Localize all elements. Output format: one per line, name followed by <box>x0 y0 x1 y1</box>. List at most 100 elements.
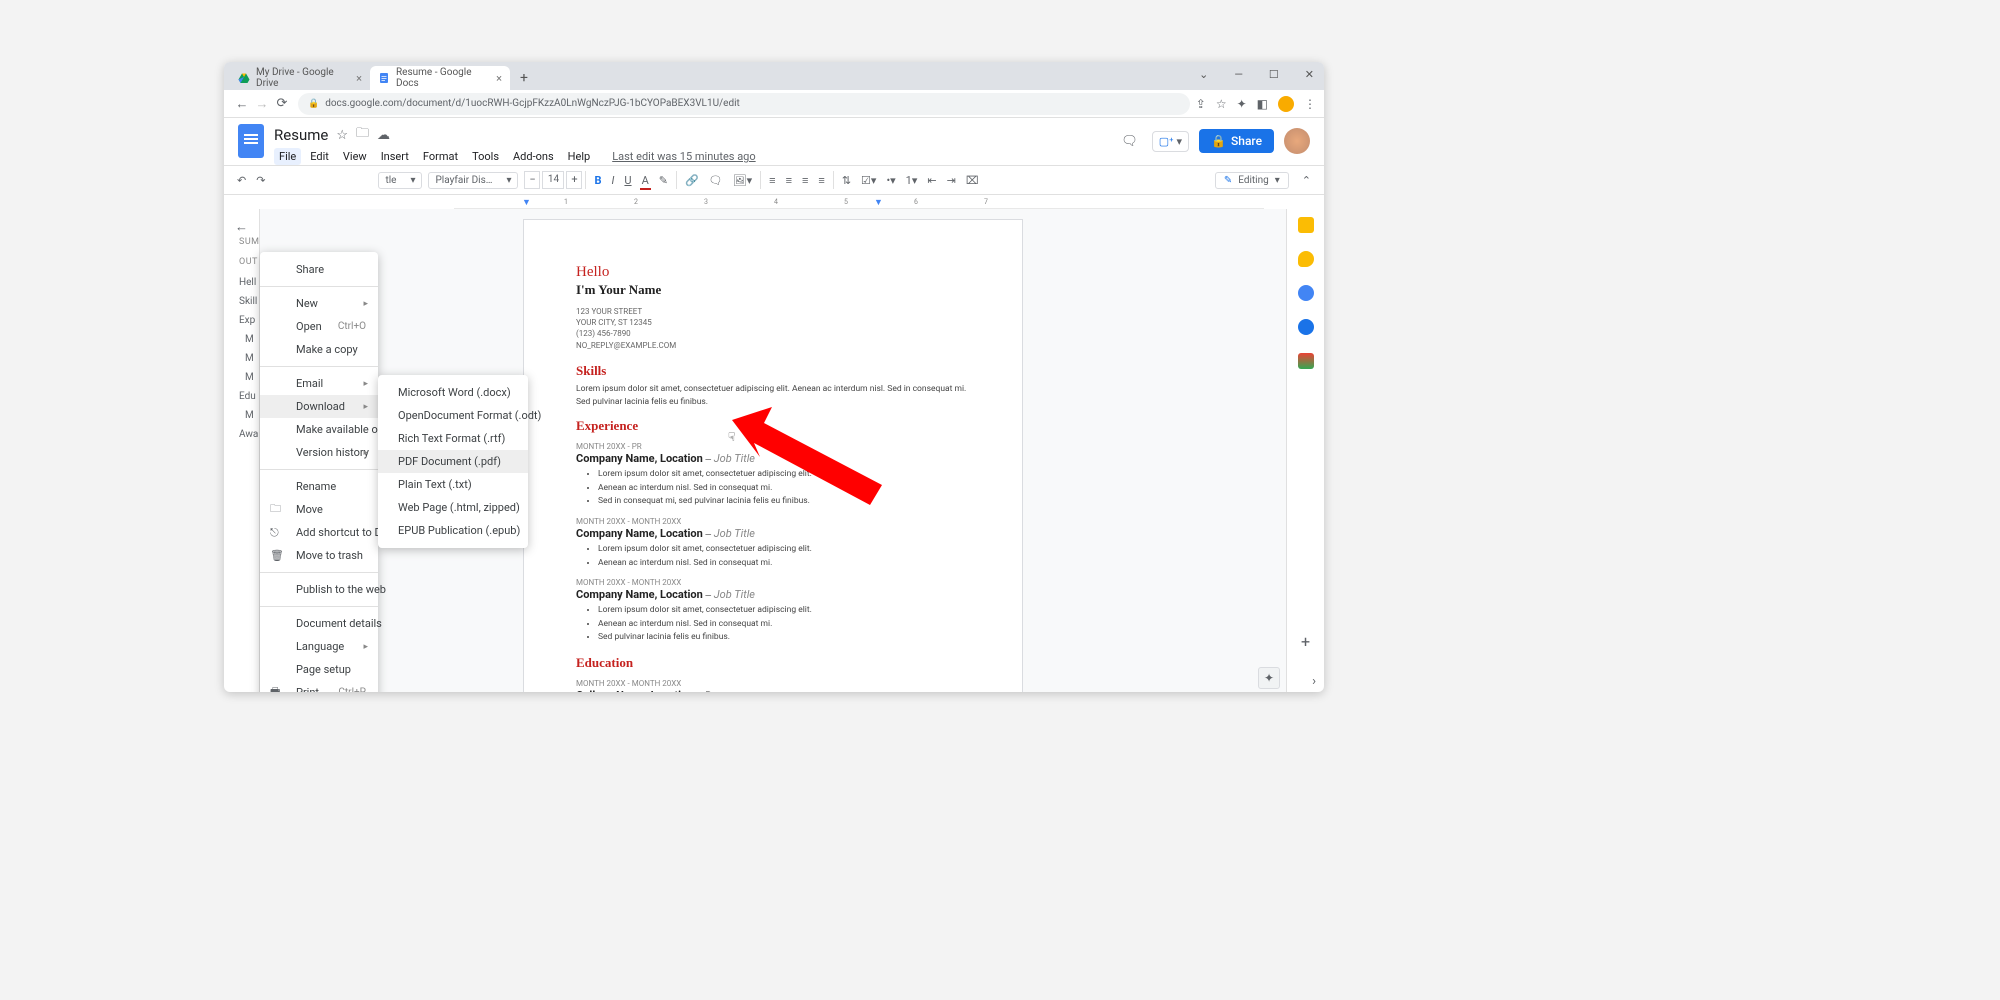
menu-move[interactable]: 🗀Move <box>260 498 378 521</box>
tab-close-icon[interactable]: × <box>496 72 502 85</box>
bulleted-list-button[interactable]: •▾ <box>881 171 900 190</box>
menu-share[interactable]: Share <box>260 258 378 281</box>
undo-button[interactable]: ↶ <box>232 171 251 190</box>
present-button[interactable]: ▢⁺ ▾ <box>1152 131 1189 152</box>
move-icon[interactable]: 🗀 <box>356 124 369 146</box>
menu-view[interactable]: View <box>338 148 372 165</box>
menu-file[interactable]: File <box>274 148 301 165</box>
maps-icon[interactable] <box>1298 353 1314 369</box>
text-color-button[interactable]: A <box>637 171 654 190</box>
insert-link-button[interactable]: 🔗 <box>680 171 704 190</box>
forward-button[interactable]: → <box>252 96 272 112</box>
insert-comment-button[interactable]: 🗨 <box>704 171 728 190</box>
menu-help[interactable]: Help <box>563 148 596 165</box>
browser-tab-docs[interactable]: Resume - Google Docs × <box>370 66 510 90</box>
font-size-decrease[interactable]: − <box>524 171 540 189</box>
download-rtf[interactable]: Rich Text Format (.rtf) <box>378 427 528 450</box>
chrome-menu-icon[interactable]: ⋮ <box>1304 97 1316 111</box>
menu-publish[interactable]: Publish to the web <box>260 578 378 601</box>
numbered-list-button[interactable]: 1▾ <box>901 171 923 190</box>
download-epub[interactable]: EPUB Publication (.epub) <box>378 519 528 542</box>
menu-print[interactable]: 🖶PrintCtrl+P <box>260 681 378 692</box>
download-docx[interactable]: Microsoft Word (.docx) <box>378 381 528 404</box>
star-icon[interactable]: ☆ <box>336 128 348 143</box>
menu-email[interactable]: Email▸ <box>260 372 378 395</box>
back-button[interactable]: ← <box>232 96 252 112</box>
menu-add-shortcut[interactable]: ⎋Add shortcut to Drive <box>260 521 378 544</box>
ruler[interactable]: ▼ 1 2 3 4 5 ▼ 6 7 <box>454 195 1264 209</box>
close-window-icon[interactable]: ✕ <box>1299 66 1320 83</box>
tab-close-icon[interactable]: × <box>356 72 362 85</box>
align-right-button[interactable]: ≡ <box>797 171 813 190</box>
download-html[interactable]: Web Page (.html, zipped) <box>378 496 528 519</box>
decrease-indent-button[interactable]: ⇤ <box>922 171 941 190</box>
italic-button[interactable]: I <box>607 171 620 190</box>
extensions-icon[interactable]: ✦ <box>1237 97 1247 111</box>
menu-language[interactable]: Language▸ <box>260 635 378 658</box>
download-txt[interactable]: Plain Text (.txt) <box>378 473 528 496</box>
menu-open[interactable]: OpenCtrl+O <box>260 315 378 338</box>
profile-avatar[interactable] <box>1278 96 1294 112</box>
menu-page-setup[interactable]: Page setup <box>260 658 378 681</box>
tasks-icon[interactable] <box>1298 285 1314 301</box>
outline-item[interactable]: Skill <box>239 296 260 307</box>
editing-mode-button[interactable]: ✎ Editing ▾ <box>1215 172 1289 189</box>
menu-details[interactable]: Document details <box>260 612 378 635</box>
clear-formatting-button[interactable]: ⌧ <box>961 171 984 190</box>
outline-item[interactable]: Hell <box>239 277 260 288</box>
browser-tab-drive[interactable]: My Drive - Google Drive × <box>230 66 370 90</box>
outline-item[interactable]: Edu <box>239 391 260 402</box>
outline-item[interactable]: M <box>245 410 260 421</box>
explore-button[interactable]: ✦ <box>1258 667 1280 689</box>
calendar-icon[interactable] <box>1298 217 1314 233</box>
cloud-status-icon[interactable]: ☁ <box>377 128 390 143</box>
keep-icon[interactable] <box>1298 251 1314 267</box>
minimize-icon[interactable]: ― <box>1228 66 1249 83</box>
menu-rename[interactable]: Rename <box>260 475 378 498</box>
last-edit-text[interactable]: Last edit was 15 minutes ago <box>607 148 760 165</box>
sidepanel-icon[interactable]: ◧ <box>1257 97 1268 111</box>
add-addon-icon[interactable]: + <box>1301 632 1310 651</box>
menu-format[interactable]: Format <box>418 148 463 165</box>
indent-marker[interactable]: ▼ <box>522 197 530 205</box>
font-family-select[interactable]: Playfair Dis…▾ <box>428 172 518 189</box>
menu-edit[interactable]: Edit <box>305 148 334 165</box>
share-button[interactable]: 🔒 Share <box>1199 129 1274 153</box>
menu-make-copy[interactable]: Make a copy <box>260 338 378 361</box>
download-pdf[interactable]: PDF Document (.pdf) <box>378 450 528 473</box>
share-page-icon[interactable]: ⇪ <box>1196 97 1206 111</box>
paragraph-style-select[interactable]: tle▾ <box>378 172 422 189</box>
outline-item[interactable]: M <box>245 353 260 364</box>
menu-new[interactable]: New▸ <box>260 292 378 315</box>
url-input[interactable]: 🔒 docs.google.com/document/d/1uocRWH-Gcj… <box>298 93 1190 115</box>
outline-item[interactable]: Awa <box>239 429 260 440</box>
account-avatar[interactable] <box>1284 128 1310 154</box>
underline-button[interactable]: U <box>619 171 636 190</box>
align-center-button[interactable]: ≡ <box>781 171 797 190</box>
bookmark-icon[interactable]: ☆ <box>1216 97 1227 111</box>
comment-history-icon[interactable]: 🗨 <box>1117 130 1142 153</box>
indent-marker[interactable]: ▼ <box>874 197 882 205</box>
window-dropdown-icon[interactable]: ⌄ <box>1193 66 1214 83</box>
align-left-button[interactable]: ≡ <box>764 171 780 190</box>
menu-insert[interactable]: Insert <box>376 148 414 165</box>
menu-trash[interactable]: 🗑Move to trash <box>260 544 378 567</box>
font-size-input[interactable]: 14 <box>542 171 564 189</box>
menu-addons[interactable]: Add-ons <box>508 148 559 165</box>
menu-offline[interactable]: Make available offline <box>260 418 378 441</box>
highlight-button[interactable]: ✎ <box>654 171 673 190</box>
font-size-increase[interactable]: + <box>566 171 582 189</box>
outline-toggle-icon[interactable]: ← <box>224 215 259 239</box>
collapse-toolbar-button[interactable]: ⌃ <box>1297 171 1316 190</box>
download-odt[interactable]: OpenDocument Format (.odt) <box>378 404 528 427</box>
insert-image-button[interactable]: 🖼▾ <box>728 171 758 190</box>
align-justify-button[interactable]: ≡ <box>813 171 829 190</box>
bold-button[interactable]: B <box>589 171 606 190</box>
docs-logo-icon[interactable] <box>238 124 264 158</box>
document-title[interactable]: Resume <box>274 126 328 144</box>
checklist-button[interactable]: ☑▾ <box>856 171 881 190</box>
menu-download[interactable]: Download▸ <box>260 395 378 418</box>
outline-item[interactable]: Exp <box>239 315 260 326</box>
redo-button[interactable]: ↷ <box>251 171 270 190</box>
menu-version-history[interactable]: Version history▸ <box>260 441 378 464</box>
